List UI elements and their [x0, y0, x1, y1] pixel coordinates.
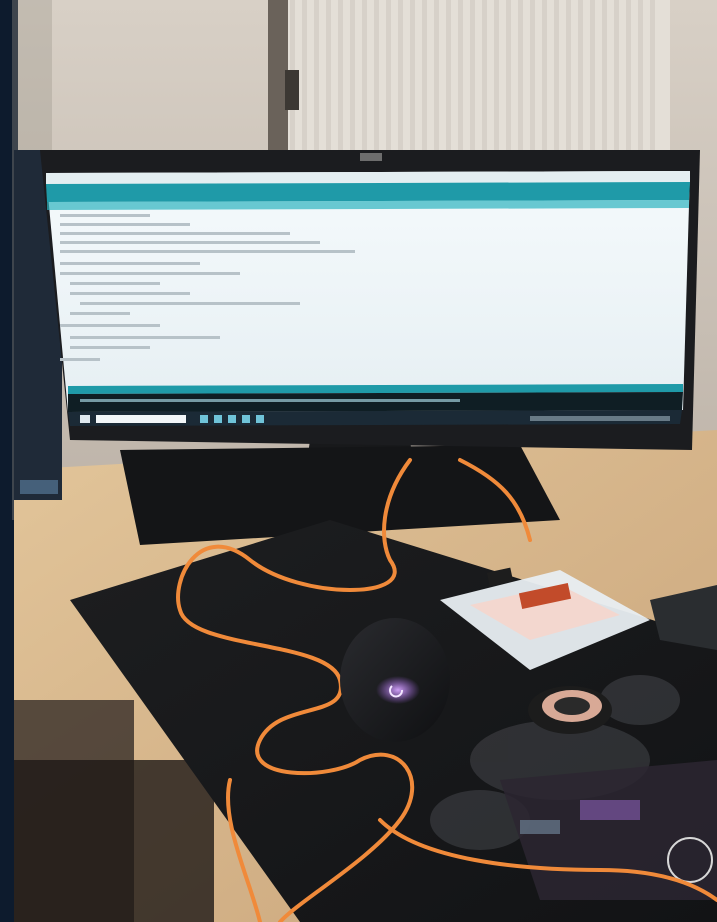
arduino-ide-screen [46, 171, 690, 426]
electrical-tape [528, 686, 612, 734]
ide-console-text [80, 399, 460, 402]
radiator [268, 0, 670, 160]
scene-graphic [0, 0, 717, 922]
taskbar-search [96, 415, 186, 423]
mouse-logo-glow [376, 676, 420, 704]
pc-tower-light [20, 480, 58, 494]
photo-scene [0, 0, 717, 922]
monitor-logo [360, 153, 382, 161]
taskbar-tray [530, 416, 670, 421]
ide-toolbar [46, 182, 690, 202]
mouse [340, 618, 450, 742]
ide-menu-bar [46, 171, 690, 184]
start-button [80, 415, 90, 423]
floor-shadow [14, 760, 214, 922]
